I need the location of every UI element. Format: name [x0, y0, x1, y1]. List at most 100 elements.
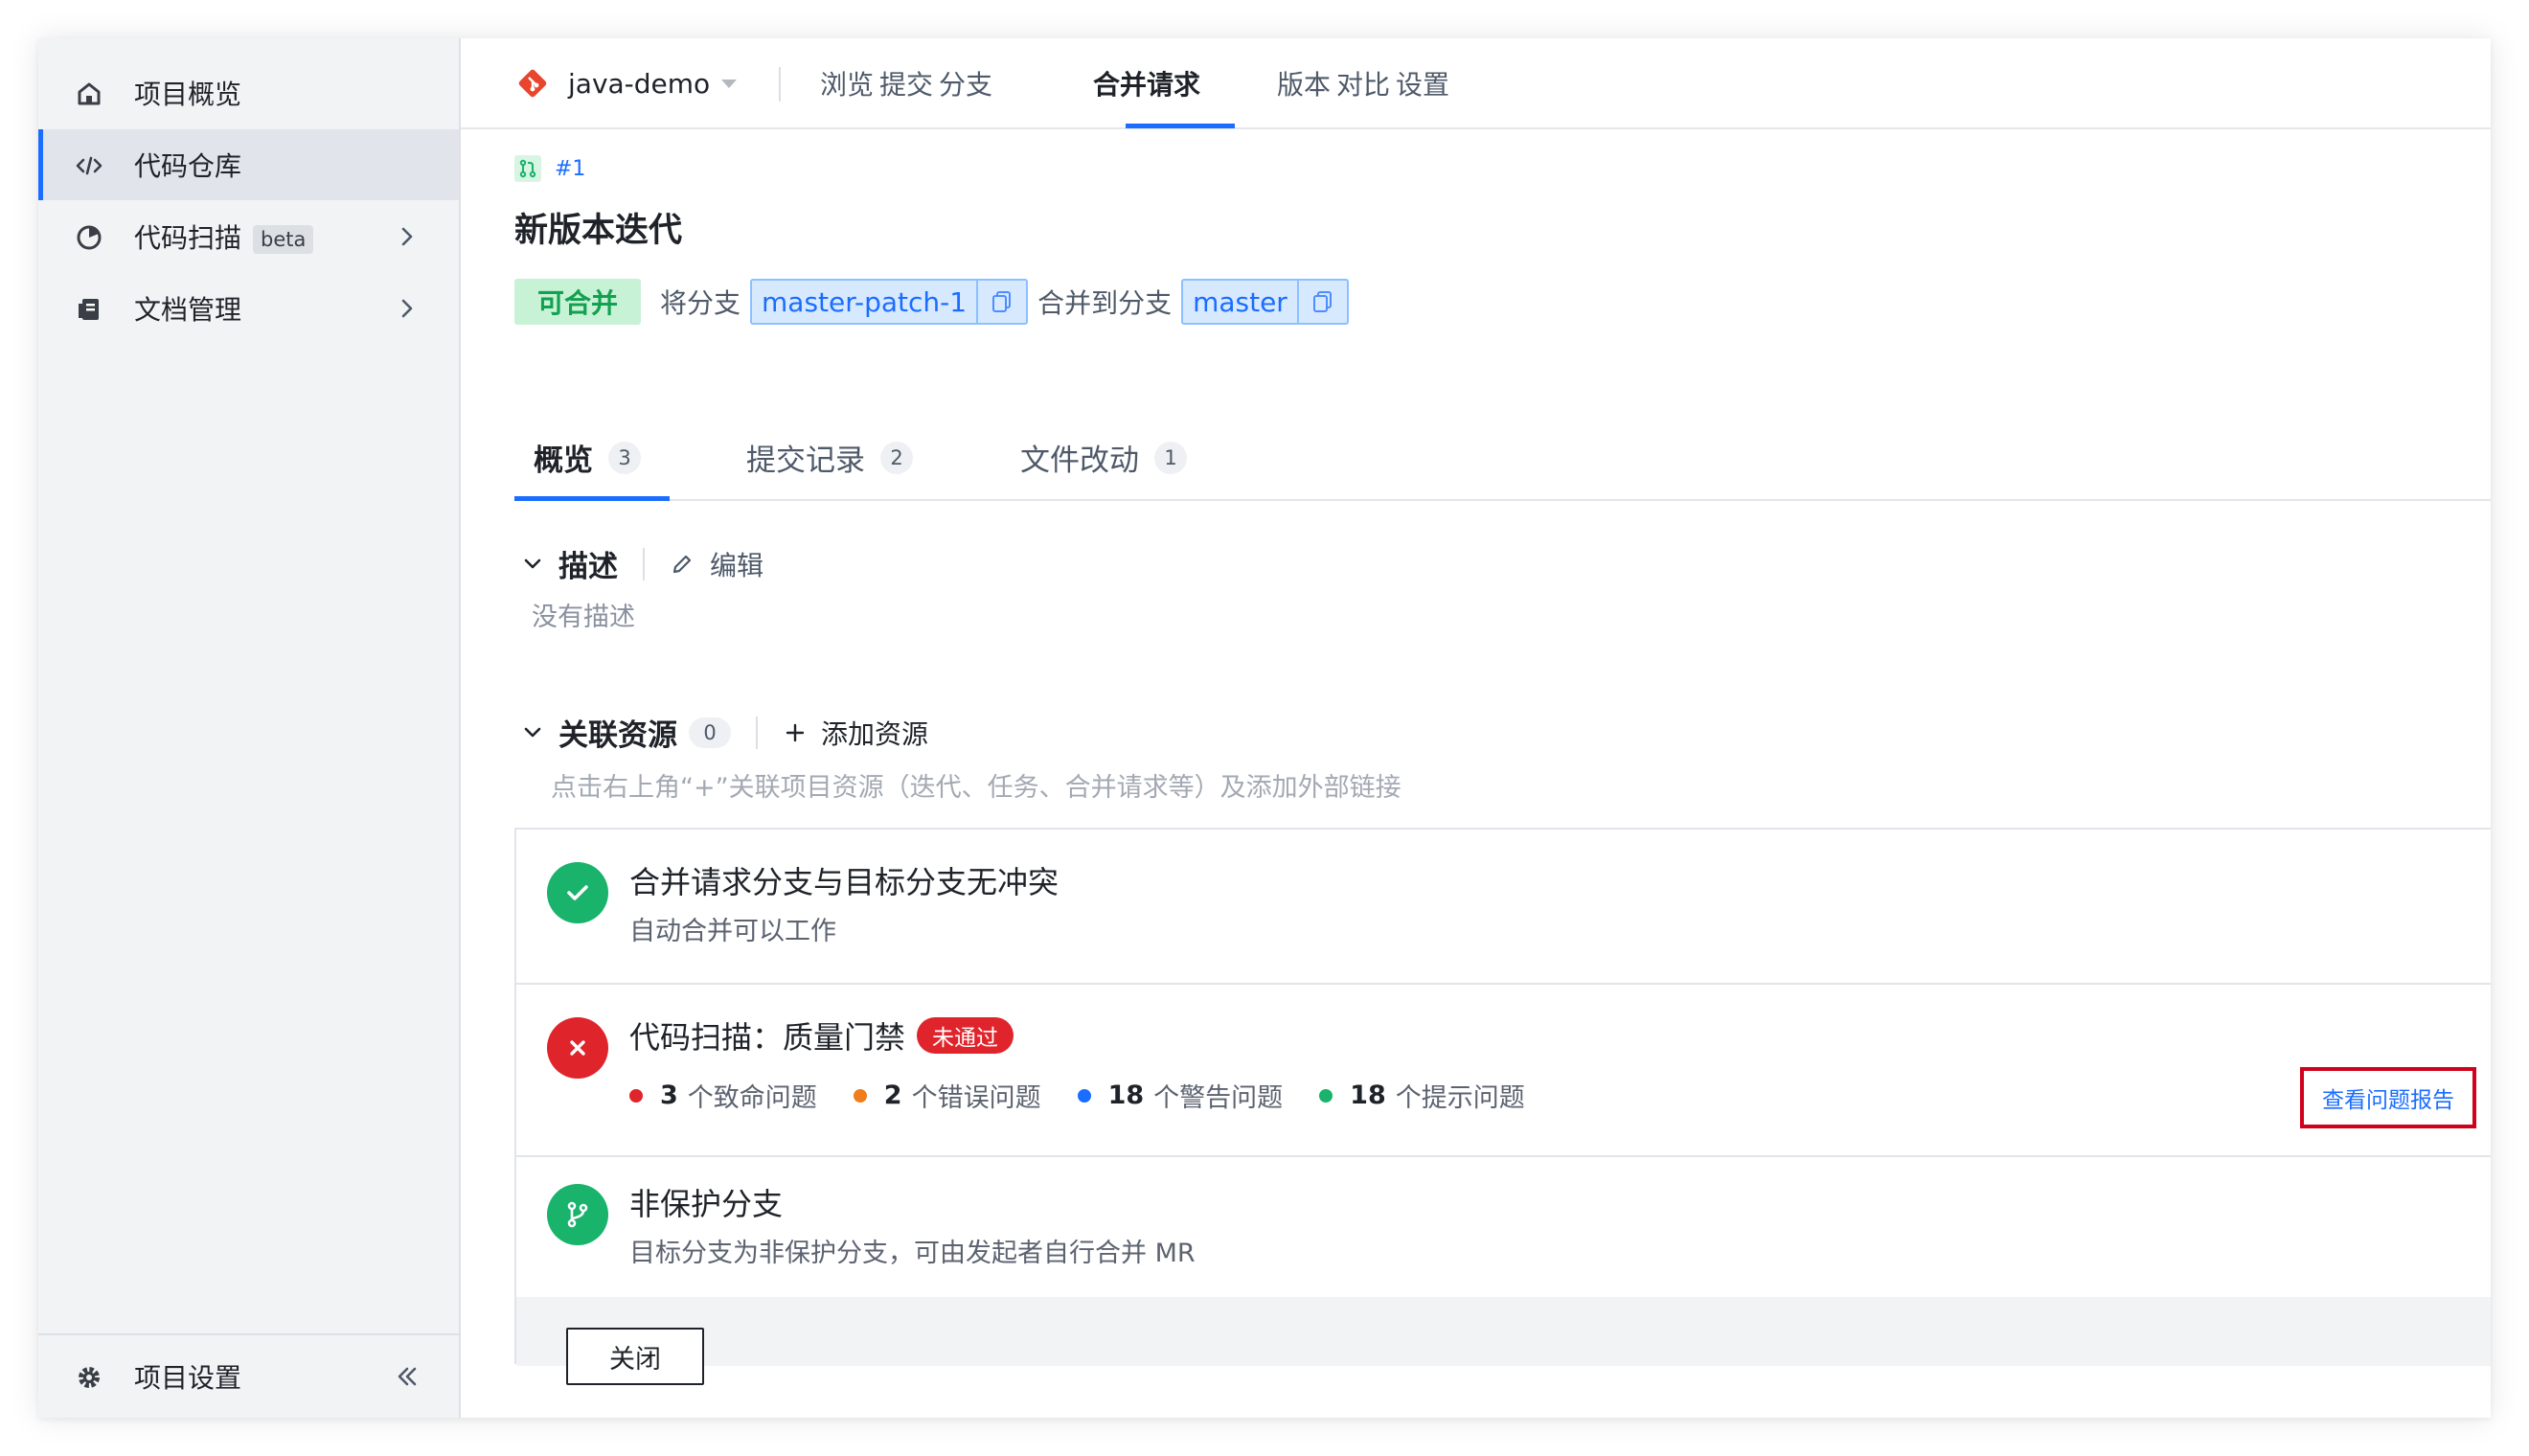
sidebar-item-repository[interactable]: 代码仓库: [38, 129, 459, 200]
divider: [756, 716, 758, 749]
repo-name: java-demo: [568, 67, 711, 100]
sidebar-item-label: 文档管理: [134, 294, 242, 326]
stat-number: 3: [660, 1081, 678, 1110]
edit-label: 编辑: [710, 549, 764, 581]
into-label: 合并到分支: [1037, 287, 1173, 319]
stat-label: 个错误问题: [911, 1083, 1041, 1113]
stat-number: 18: [1107, 1081, 1145, 1110]
nav-tab-commits[interactable]: 提交: [879, 64, 933, 102]
code-scan-title: 代码扫描：质量门禁: [629, 1019, 906, 1056]
resources-section-header: 关联资源 0 添加资源: [520, 711, 928, 754]
active-tab-indicator: [514, 496, 670, 501]
repo-switcher[interactable]: java-demo: [516, 67, 738, 100]
close-button[interactable]: 关闭: [566, 1328, 704, 1385]
edit-description-button[interactable]: 编辑: [670, 545, 763, 583]
code-icon: [75, 151, 103, 180]
sidebar-footer: 项目设置: [38, 1333, 459, 1418]
sidebar-item-code-scan[interactable]: 代码扫描 beta: [38, 201, 459, 272]
nav-tab-browse[interactable]: 浏览: [820, 64, 874, 102]
sidebar-item-overview[interactable]: 项目概览: [38, 57, 459, 128]
error-circle-icon: [547, 1017, 608, 1079]
sidebar-item-docs[interactable]: 文档管理: [38, 273, 459, 344]
mr-number: #1: [555, 156, 586, 181]
stat-error: 2 个错误问题: [853, 1077, 1041, 1114]
chevron-right-icon[interactable]: [393, 294, 422, 323]
tab-label: 概览: [534, 444, 593, 478]
chevron-right-icon[interactable]: [393, 222, 422, 251]
tab-label: 提交记录: [746, 444, 865, 478]
pencil-icon: [672, 555, 692, 573]
blue-dot-icon: [1077, 1088, 1091, 1103]
resources-hint: 点击右上角“+”关联项目资源（迭代、任务、合并请求等）及添加外部链接: [551, 773, 1401, 803]
resources-heading: 关联资源: [558, 718, 677, 753]
code-scan-check: 代码扫描：质量门禁 未通过 3 个致命问题 2 个错误问题 18 个警告问题 18 个提…: [516, 985, 2491, 1157]
tab-overview[interactable]: 概览 3: [534, 436, 641, 479]
merge-request-icon: [514, 155, 541, 182]
stat-number: 18: [1350, 1081, 1386, 1110]
document-icon: [75, 295, 103, 324]
description-empty-text: 没有描述: [532, 603, 635, 632]
nav-tab-releases[interactable]: 版本: [1277, 64, 1331, 102]
target-branch-tag: master: [1181, 279, 1349, 325]
nav-tab-merge-requests[interactable]: 合并请求: [1093, 64, 1200, 102]
tab-label: 文件改动: [1020, 444, 1139, 478]
chevron-down-icon[interactable]: [520, 552, 545, 577]
stat-fatal: 3 个致命问题: [629, 1077, 817, 1114]
chevron-down-icon[interactable]: [520, 720, 545, 745]
description-section-header: 描述 编辑: [520, 542, 763, 585]
code-scan-title-row: 代码扫描：质量门禁 未通过: [629, 1013, 1014, 1058]
merge-request-id: #1: [514, 155, 585, 182]
branch-icon: [547, 1184, 608, 1245]
sidebar-item-label: 项目概览: [134, 79, 242, 110]
main-content: java-demo 浏览 提交 分支 合并请求 版本 对比 设置 #1 新版本迭…: [461, 38, 2491, 1418]
collapse-sidebar-icon[interactable]: [393, 1362, 422, 1391]
app-window: 项目概览 代码仓库 代码扫描 beta 文档管理 项目设置 java-demo …: [38, 38, 2491, 1418]
divider: [643, 547, 645, 580]
active-tab-indicator: [1126, 124, 1235, 128]
from-label: 将分支: [660, 287, 741, 319]
top-navigation: java-demo 浏览 提交 分支 合并请求 版本 对比 设置: [461, 38, 2491, 129]
conflict-check-title: 合并请求分支与目标分支无冲突: [629, 864, 1059, 900]
issue-stats: 3 个致命问题 2 个错误问题 18 个警告问题 18 个提示问题: [629, 1077, 1561, 1114]
conflict-check-subtitle: 自动合并可以工作: [629, 917, 836, 946]
divider: [779, 67, 781, 102]
merge-checks-panel: 合并请求分支与目标分支无冲突 自动合并可以工作 代码扫描：质量门禁 未通过 3个…: [514, 828, 2491, 1385]
tab-count: 3: [608, 441, 641, 474]
stat-label: 个致命问题: [687, 1083, 817, 1113]
git-logo-icon: [518, 69, 547, 98]
beta-badge: beta: [253, 225, 314, 254]
add-resource-button[interactable]: 添加资源: [783, 714, 928, 752]
nav-tab-settings[interactable]: 设置: [1396, 64, 1449, 102]
stat-hint: 18 个提示问题: [1319, 1077, 1525, 1114]
orange-dot-icon: [853, 1088, 867, 1103]
target-branch-name[interactable]: master: [1183, 286, 1297, 318]
failed-tag: 未通过: [917, 1017, 1014, 1054]
tab-commits[interactable]: 提交记录 2: [746, 436, 913, 479]
view-report-button[interactable]: 查看问题报告: [2300, 1067, 2476, 1128]
mr-meta: 可合并 将分支 master-patch-1 合并到分支 master: [514, 278, 1358, 326]
stat-label: 个警告问题: [1153, 1083, 1284, 1113]
home-icon: [75, 80, 103, 108]
red-dot-icon: [629, 1088, 643, 1103]
protection-title: 非保护分支: [629, 1186, 784, 1222]
resources-count: 0: [689, 717, 731, 748]
nav-tab-branches[interactable]: 分支: [939, 64, 992, 102]
check-circle-icon: [547, 862, 608, 923]
caret-down-icon: [721, 79, 738, 88]
add-resource-label: 添加资源: [821, 717, 929, 750]
sidebar-item-label: 代码仓库: [134, 150, 242, 182]
copy-icon[interactable]: [1296, 281, 1347, 323]
description-heading: 描述: [558, 550, 618, 584]
stat-warning: 18 个警告问题: [1077, 1077, 1284, 1114]
project-settings-link[interactable]: 项目设置: [38, 1341, 459, 1412]
conflict-check: 合并请求分支与目标分支无冲突 自动合并可以工作: [516, 830, 2491, 985]
tab-file-changes[interactable]: 文件改动 1: [1020, 436, 1187, 479]
mr-title: 新版本迭代: [514, 212, 683, 250]
mergeable-badge: 可合并: [514, 279, 642, 325]
branch-protection-check: 非保护分支 目标分支为非保护分支，可由发起者自行合并 MR: [516, 1157, 2491, 1297]
source-branch-name[interactable]: master-patch-1: [752, 286, 976, 318]
copy-icon[interactable]: [976, 281, 1026, 323]
nav-tab-compare[interactable]: 对比: [1336, 64, 1390, 102]
stat-number: 2: [883, 1081, 902, 1110]
source-branch-tag: master-patch-1: [750, 279, 1029, 325]
